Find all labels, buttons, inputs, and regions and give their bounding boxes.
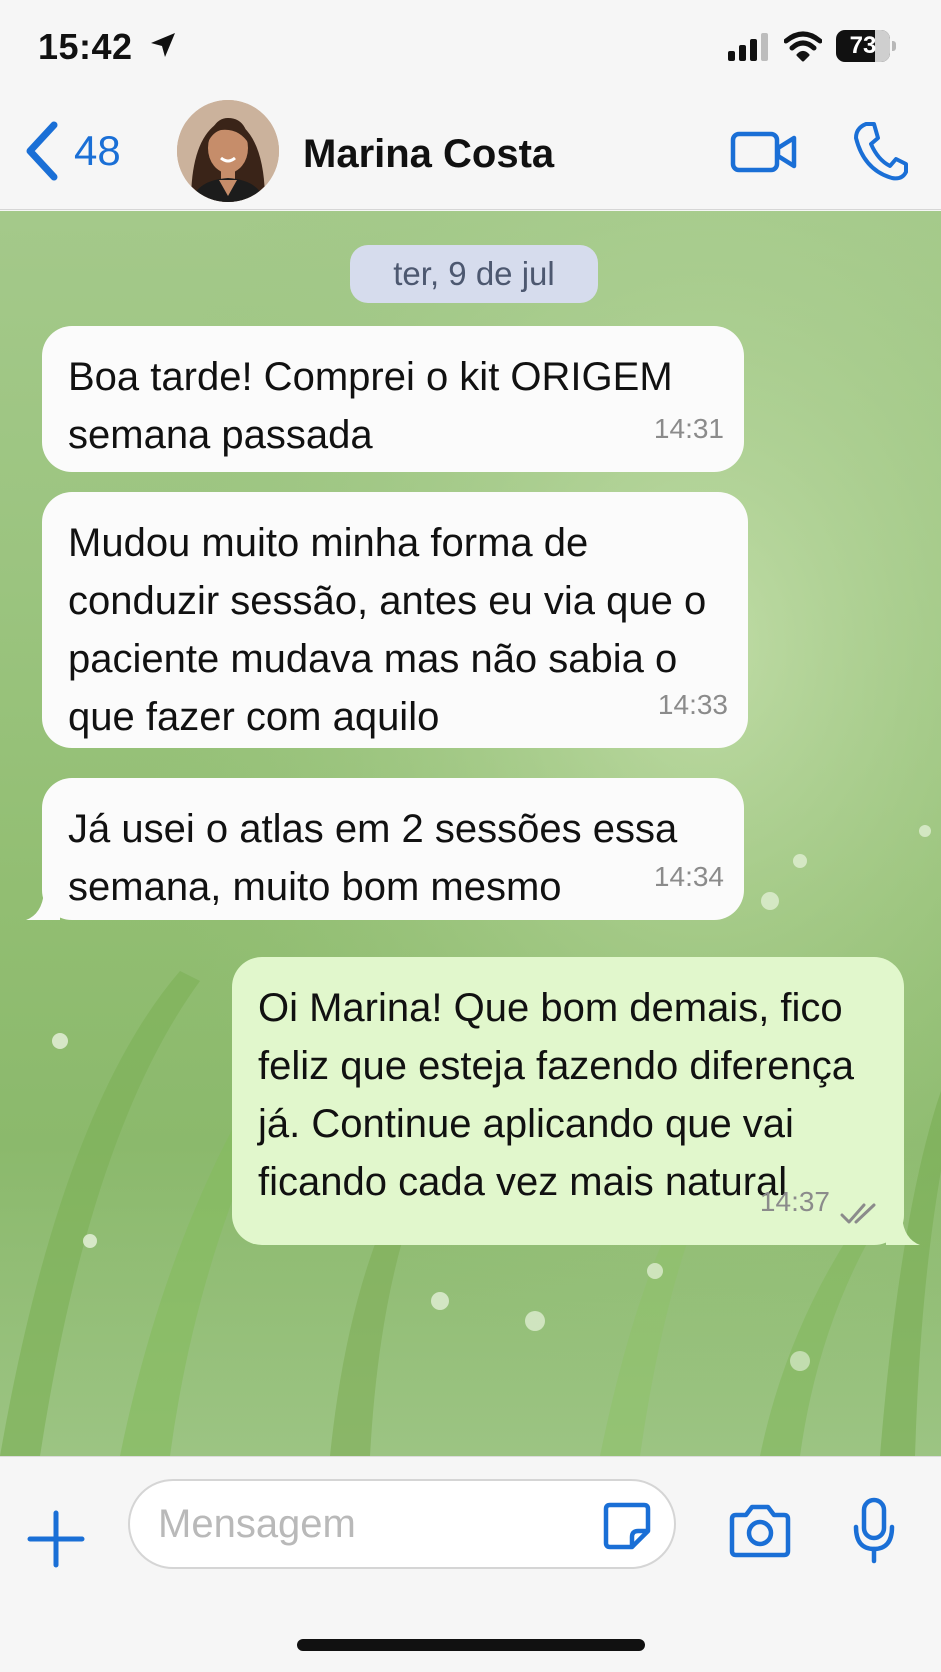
message-input-container[interactable] [128, 1479, 676, 1569]
microphone-icon[interactable] [852, 1497, 896, 1565]
message-bubble-outgoing[interactable]: Oi Marina! Que bom demais, fico feliz qu… [232, 957, 920, 1245]
message-time: 14:33 [657, 689, 728, 720]
unread-count: 48 [74, 127, 121, 174]
phone-icon[interactable] [852, 120, 908, 182]
camera-icon[interactable] [728, 1501, 792, 1559]
message-text: Boa tarde! Comprei o kit ORIGEM semana p… [68, 355, 673, 457]
chat-area[interactable]: ter, 9 de jul Boa tarde! Comprei o kit O… [0, 211, 941, 1456]
message-time: 14:37 [759, 1186, 830, 1217]
battery-cap [892, 41, 896, 51]
bubble-tail [26, 892, 60, 920]
contact-name[interactable]: Marina Costa [303, 132, 554, 177]
message-time: 14:34 [653, 861, 724, 892]
read-double-check-icon [840, 1203, 876, 1224]
message-text: Mudou muito minha forma de conduzir sess… [68, 521, 707, 739]
message-time: 14:31 [653, 413, 724, 444]
status-time: 15:42 [38, 26, 133, 67]
avatar[interactable] [177, 100, 279, 202]
cellular-signal-icon [728, 33, 768, 61]
status-bar: 15:42 73 [0, 0, 941, 90]
back-chevron-icon [26, 121, 58, 181]
message-bubble-incoming[interactable]: Mudou muito minha forma de conduzir sess… [42, 492, 748, 748]
video-call-icon[interactable] [730, 126, 798, 178]
battery-level-label: 73 [849, 32, 877, 59]
back-button[interactable]: 48 [22, 116, 142, 186]
wifi-icon [784, 31, 822, 62]
message-input[interactable] [158, 1481, 578, 1567]
home-indicator[interactable] [297, 1639, 645, 1651]
sticker-icon[interactable] [602, 1501, 652, 1551]
battery-body: 73 [836, 30, 890, 62]
avatar-photo [177, 100, 279, 202]
plus-icon[interactable] [26, 1509, 86, 1569]
battery-icon: 73 [836, 30, 896, 62]
location-arrow-icon [151, 33, 175, 57]
message-text: Já usei o atlas em 2 sessões essa semana… [68, 807, 678, 909]
bubble-tail [886, 1217, 920, 1245]
message-bubble-incoming[interactable]: Já usei o atlas em 2 sessões essa semana… [26, 778, 744, 920]
message-bubble-incoming[interactable]: Boa tarde! Comprei o kit ORIGEM semana p… [42, 326, 744, 472]
date-chip: ter, 9 de jul [350, 245, 598, 303]
input-bar [0, 1456, 941, 1672]
chat-header: 48 Marina Costa [0, 90, 941, 210]
